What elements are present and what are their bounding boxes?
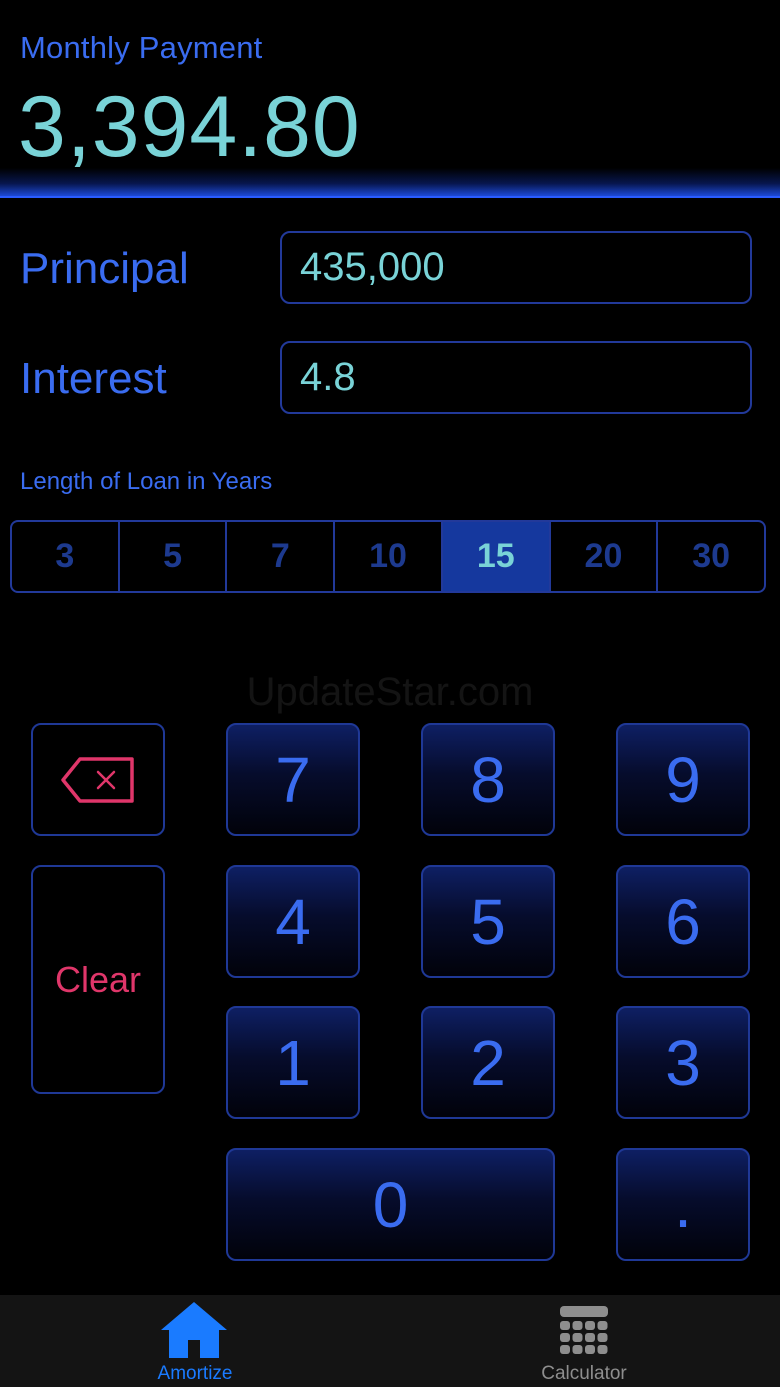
clear-button[interactable]: Clear [31, 865, 165, 1094]
decimal-point-button[interactable]: . [616, 1148, 750, 1261]
watermark: UpdateStar.com [246, 670, 534, 714]
loan-years-option[interactable]: 5 [120, 522, 228, 591]
calculator-icon [560, 1306, 608, 1354]
loan-length-selector: 3 5 7 10 15 20 30 [10, 520, 766, 593]
digit-5-button[interactable]: 5 [421, 865, 555, 978]
tab-amortize-label: Amortize [157, 1363, 233, 1384]
monthly-payment-label: Monthly Payment [20, 30, 263, 65]
payment-header: Monthly Payment 3,394.80 [0, 0, 780, 198]
principal-label: Principal [20, 244, 189, 293]
interest-label: Interest [20, 354, 167, 403]
tab-calculator[interactable]: Calculator [484, 1295, 684, 1387]
digit-2-button[interactable]: 2 [421, 1006, 555, 1119]
backspace-button[interactable] [31, 723, 165, 836]
loan-years-option[interactable]: 20 [551, 522, 659, 591]
tab-calculator-label: Calculator [541, 1363, 627, 1384]
digit-7-button[interactable]: 7 [226, 723, 360, 836]
loan-years-option[interactable]: 10 [335, 522, 443, 591]
digit-0-button[interactable]: 0 [226, 1148, 555, 1261]
digit-3-button[interactable]: 3 [616, 1006, 750, 1119]
interest-input[interactable] [280, 341, 752, 414]
digit-6-button[interactable]: 6 [616, 865, 750, 978]
loan-years-option[interactable]: 7 [227, 522, 336, 591]
loan-years-option[interactable]: 3 [12, 522, 120, 591]
loan-years-option[interactable]: 30 [658, 522, 764, 591]
header-divider [0, 168, 780, 198]
tab-amortize[interactable]: Amortize [95, 1295, 295, 1387]
loan-years-option-selected[interactable]: 15 [442, 522, 551, 591]
tab-bar: Amortize Calculator [0, 1295, 780, 1387]
digit-8-button[interactable]: 8 [421, 723, 555, 836]
loan-length-label: Length of Loan in Years [20, 468, 273, 495]
backspace-icon [61, 756, 134, 803]
principal-input[interactable] [280, 231, 752, 304]
digit-1-button[interactable]: 1 [226, 1006, 360, 1119]
digit-4-button[interactable]: 4 [226, 865, 360, 978]
home-icon [161, 1302, 227, 1358]
digit-9-button[interactable]: 9 [616, 723, 750, 836]
monthly-payment-value: 3,394.80 [18, 79, 361, 175]
